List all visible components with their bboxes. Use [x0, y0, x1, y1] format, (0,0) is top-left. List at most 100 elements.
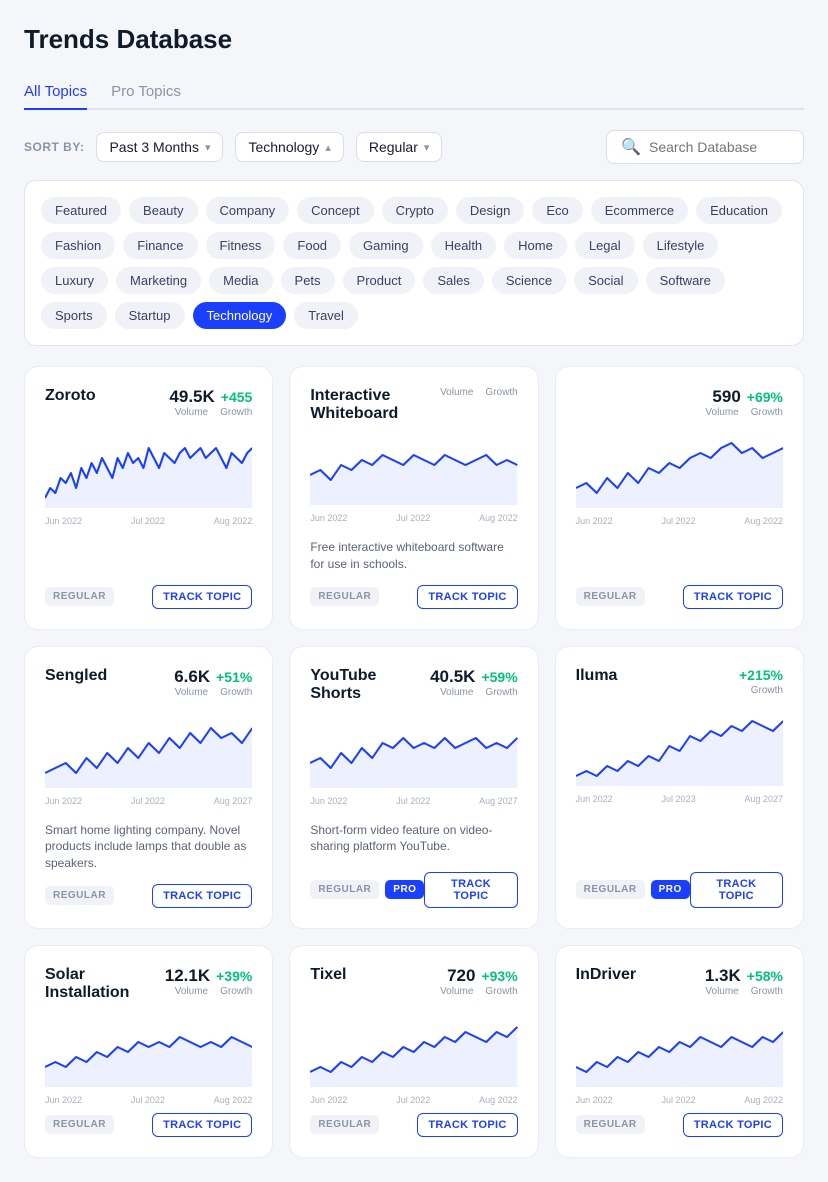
filter-pill-lifestyle[interactable]: Lifestyle — [643, 232, 719, 259]
pro-badge: PRO — [385, 880, 424, 899]
filter-pill-fitness[interactable]: Fitness — [206, 232, 276, 259]
trend-card-2: 590+69%VolumeGrowth Jun 2022Jul 2022Aug 2… — [555, 366, 804, 630]
filter-pill-pets[interactable]: Pets — [281, 267, 335, 294]
chart-area — [576, 438, 783, 508]
card-header: YouTube Shorts40.5K+59%VolumeGrowth — [310, 667, 517, 706]
card-labels: VolumeGrowth — [169, 407, 252, 418]
tab-pro-topics[interactable]: Pro Topics — [111, 75, 181, 110]
filter-pill-software[interactable]: Software — [646, 267, 725, 294]
filter-pill-product[interactable]: Product — [343, 267, 416, 294]
chart-label: Jul 2022 — [396, 1095, 430, 1105]
type-select[interactable]: Regular ▾ — [356, 132, 443, 162]
chart-area — [45, 438, 252, 508]
chart-label: Jun 2022 — [45, 1095, 82, 1105]
track-topic-button[interactable]: TRACK TOPIC — [152, 884, 252, 908]
filter-pill-ecommerce[interactable]: Ecommerce — [591, 197, 688, 224]
filter-pill-media[interactable]: Media — [209, 267, 272, 294]
card-title: Interactive Whiteboard — [310, 387, 440, 423]
filter-pill-gaming[interactable]: Gaming — [349, 232, 423, 259]
filter-pill-design[interactable]: Design — [456, 197, 524, 224]
track-topic-button[interactable]: TRACK TOPIC — [690, 872, 783, 908]
card-title: YouTube Shorts — [310, 667, 430, 703]
card-volume: 40.5K — [430, 667, 475, 686]
search-input[interactable] — [649, 139, 789, 155]
badge-group: REGULAR — [576, 587, 645, 606]
filter-pill-sports[interactable]: Sports — [41, 302, 107, 329]
chart-label: Jun 2022 — [576, 794, 613, 804]
card-footer: REGULAR TRACK TOPIC — [45, 585, 252, 609]
regular-badge: REGULAR — [576, 1115, 645, 1134]
card-header: Solar Installation12.1K+39%VolumeGrowth — [45, 966, 252, 1005]
badge-group: REGULAR — [45, 587, 114, 606]
chart-label: Aug 2022 — [744, 1095, 783, 1105]
badge-group: REGULAR — [310, 1115, 379, 1134]
growth-label: Growth — [220, 687, 252, 698]
filter-pill-marketing[interactable]: Marketing — [116, 267, 201, 294]
trend-card-4: YouTube Shorts40.5K+59%VolumeGrowthJun 2… — [289, 646, 538, 929]
chart-labels: Jun 2022Jul 2022Aug 2027 — [45, 796, 252, 806]
card-volume: 1.3K — [705, 966, 741, 985]
volume-label: Volume — [705, 407, 738, 418]
card-footer: REGULARPROTRACK TOPIC — [576, 872, 783, 908]
filter-pill-luxury[interactable]: Luxury — [41, 267, 108, 294]
track-topic-button[interactable]: TRACK TOPIC — [152, 1113, 252, 1137]
filter-pill-crypto[interactable]: Crypto — [382, 197, 448, 224]
filter-pill-health[interactable]: Health — [431, 232, 497, 259]
chart-labels: Jun 2022Jul 2022Aug 2022 — [310, 513, 517, 523]
filter-pills-container: Featured Beauty Company Concept Crypto Design… — [24, 180, 804, 346]
card-growth: +39% — [216, 968, 252, 984]
filter-pill-fashion[interactable]: Fashion — [41, 232, 115, 259]
search-box[interactable]: 🔍 — [606, 130, 804, 164]
track-topic-button[interactable]: TRACK TOPIC — [424, 872, 517, 908]
chart-label: Aug 2022 — [214, 516, 253, 526]
chart-labels: Jun 2022Jul 2023Aug 2027 — [576, 794, 783, 804]
track-topic-button[interactable]: TRACK TOPIC — [152, 585, 252, 609]
volume-label: Volume — [440, 986, 473, 997]
card-title: Tixel — [310, 966, 346, 984]
type-arrow-icon: ▾ — [424, 141, 430, 154]
filter-pill-legal[interactable]: Legal — [575, 232, 635, 259]
filter-pill-eco[interactable]: Eco — [532, 197, 582, 224]
card-labels: VolumeGrowth — [430, 687, 518, 698]
filter-pill-beauty[interactable]: Beauty — [129, 197, 197, 224]
card-stats: 590+69%VolumeGrowth — [705, 387, 783, 426]
track-topic-button[interactable]: TRACK TOPIC — [417, 1113, 517, 1137]
card-volume: 12.1K — [165, 966, 210, 985]
volume-label: Volume — [440, 387, 473, 398]
filter-pill-travel[interactable]: Travel — [294, 302, 358, 329]
category-select[interactable]: Technology ▴ — [235, 132, 343, 162]
chart-area — [45, 718, 252, 788]
card-growth: +455 — [221, 389, 253, 405]
filter-pill-technology[interactable]: Technology — [193, 302, 287, 329]
filter-pill-education[interactable]: Education — [696, 197, 782, 224]
category-arrow-icon: ▴ — [325, 141, 331, 154]
card-title: Solar Installation — [45, 966, 165, 1002]
track-topic-button[interactable]: TRACK TOPIC — [683, 585, 783, 609]
track-topic-button[interactable]: TRACK TOPIC — [417, 585, 517, 609]
chart-labels: Jun 2022Jul 2022Aug 2022 — [45, 516, 252, 526]
regular-badge: REGULAR — [310, 880, 379, 899]
period-select[interactable]: Past 3 Months ▾ — [96, 132, 223, 162]
tab-all-topics[interactable]: All Topics — [24, 75, 87, 110]
filter-pill-concept[interactable]: Concept — [297, 197, 373, 224]
filter-pill-sales[interactable]: Sales — [423, 267, 484, 294]
filter-pill-featured[interactable]: Featured — [41, 197, 121, 224]
search-icon: 🔍 — [621, 137, 641, 157]
chart-labels: Jun 2022Jul 2022Aug 2022 — [576, 516, 783, 526]
filter-pill-science[interactable]: Science — [492, 267, 566, 294]
card-stats-line: 40.5K+59% — [430, 667, 518, 687]
card-header: 590+69%VolumeGrowth — [576, 387, 783, 426]
card-stats: +215%Growth — [733, 667, 783, 704]
filter-pill-finance[interactable]: Finance — [123, 232, 197, 259]
filter-pill-food[interactable]: Food — [283, 232, 341, 259]
filter-pill-startup[interactable]: Startup — [115, 302, 185, 329]
chart-label: Jun 2022 — [45, 516, 82, 526]
track-topic-button[interactable]: TRACK TOPIC — [683, 1113, 783, 1137]
card-stats-line: 1.3K+58% — [705, 966, 783, 986]
card-stats-line: 590+69% — [705, 387, 783, 407]
filter-pill-social[interactable]: Social — [574, 267, 637, 294]
filter-pill-home[interactable]: Home — [504, 232, 567, 259]
filter-pill-company[interactable]: Company — [206, 197, 290, 224]
chart-label: Aug 2022 — [744, 516, 783, 526]
badge-group: REGULAR — [576, 1115, 645, 1134]
